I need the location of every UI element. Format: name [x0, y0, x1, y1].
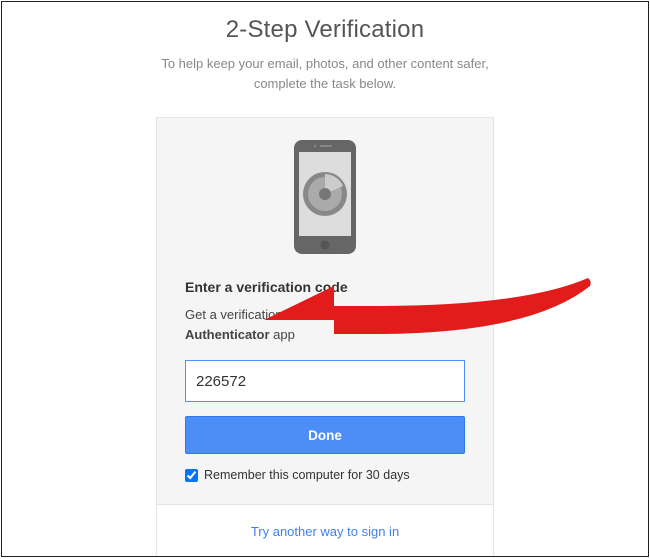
- alt-signin-row: Try another way to sign in: [157, 505, 493, 557]
- prompt-description: Get a verification code from the Google …: [185, 305, 465, 344]
- alt-signin-link[interactable]: Try another way to sign in: [251, 524, 399, 539]
- phone-authenticator-icon: [185, 138, 465, 261]
- verification-code-input[interactable]: [185, 360, 465, 402]
- done-button[interactable]: Done: [185, 416, 465, 454]
- verification-card: Enter a verification code Get a verifica…: [156, 117, 494, 557]
- subtitle-line-2: complete the task below.: [254, 76, 396, 91]
- prompt-title: Enter a verification code: [185, 279, 465, 295]
- prompt-suffix: app: [270, 327, 295, 342]
- card-body: Enter a verification code Get a verifica…: [157, 118, 493, 505]
- page-title: 2-Step Verification: [2, 16, 648, 44]
- page-frame: 2-Step Verification To help keep your em…: [1, 1, 649, 557]
- remember-checkbox[interactable]: [185, 469, 198, 482]
- remember-row: Remember this computer for 30 days: [185, 468, 465, 482]
- page-subtitle: To help keep your email, photos, and oth…: [2, 54, 648, 93]
- prompt-prefix: Get a verification code from the: [185, 307, 369, 322]
- subtitle-line-1: To help keep your email, photos, and oth…: [161, 56, 488, 71]
- page-header: 2-Step Verification To help keep your em…: [2, 2, 648, 93]
- remember-label: Remember this computer for 30 days: [204, 468, 410, 482]
